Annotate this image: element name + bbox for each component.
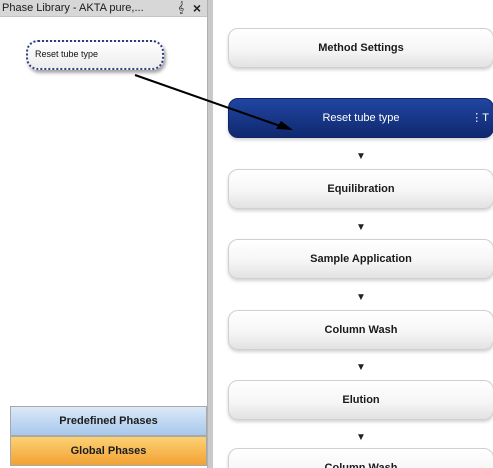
tab-predefined-phases[interactable]: Predefined Phases [10,406,207,436]
phase-block-sample-application[interactable]: Sample Application [228,239,493,279]
flow-arrow-icon: ▼ [356,151,366,162]
phase-marker-icon: ⋮T [471,112,489,124]
phase-library-title: Phase Library - AKTA pure,... [2,2,144,14]
phase-label: Reset tube type [322,112,400,124]
phase-block-method-settings[interactable]: Method Settings [228,28,493,68]
phase-library-panel: Phase Library - AKTA pure,... 𝄞 × Reset … [0,0,207,468]
flow-arrow-icon: ▼ [356,432,366,443]
phase-block-column-wash-2[interactable]: Column Wash [228,448,493,468]
flow-arrow-icon: ▼ [356,362,366,373]
dragged-phase-label: Reset tube type [35,49,99,59]
panel-splitter[interactable] [207,0,213,468]
tab-global-phases[interactable]: Global Phases [10,436,207,466]
phase-block-equilibration[interactable]: Equilibration [228,169,493,209]
phase-block-reset-tube-type[interactable]: Reset tube type ⋮T [228,98,493,138]
phase-block-column-wash[interactable]: Column Wash [228,310,493,350]
phase-library-titlebar: Phase Library - AKTA pure,... 𝄞 × [0,0,207,17]
method-editor-window: Phase Library - AKTA pure,... 𝄞 × Reset … [0,0,493,468]
pin-icon[interactable]: 𝄞 [175,1,187,15]
phase-block-elution[interactable]: Elution [228,380,493,420]
flow-arrow-icon: ▼ [356,292,366,303]
flow-arrow-icon: ▼ [356,222,366,233]
close-icon[interactable]: × [190,0,204,16]
dragged-phase-reset-tube-type[interactable]: Reset tube type [26,40,164,70]
